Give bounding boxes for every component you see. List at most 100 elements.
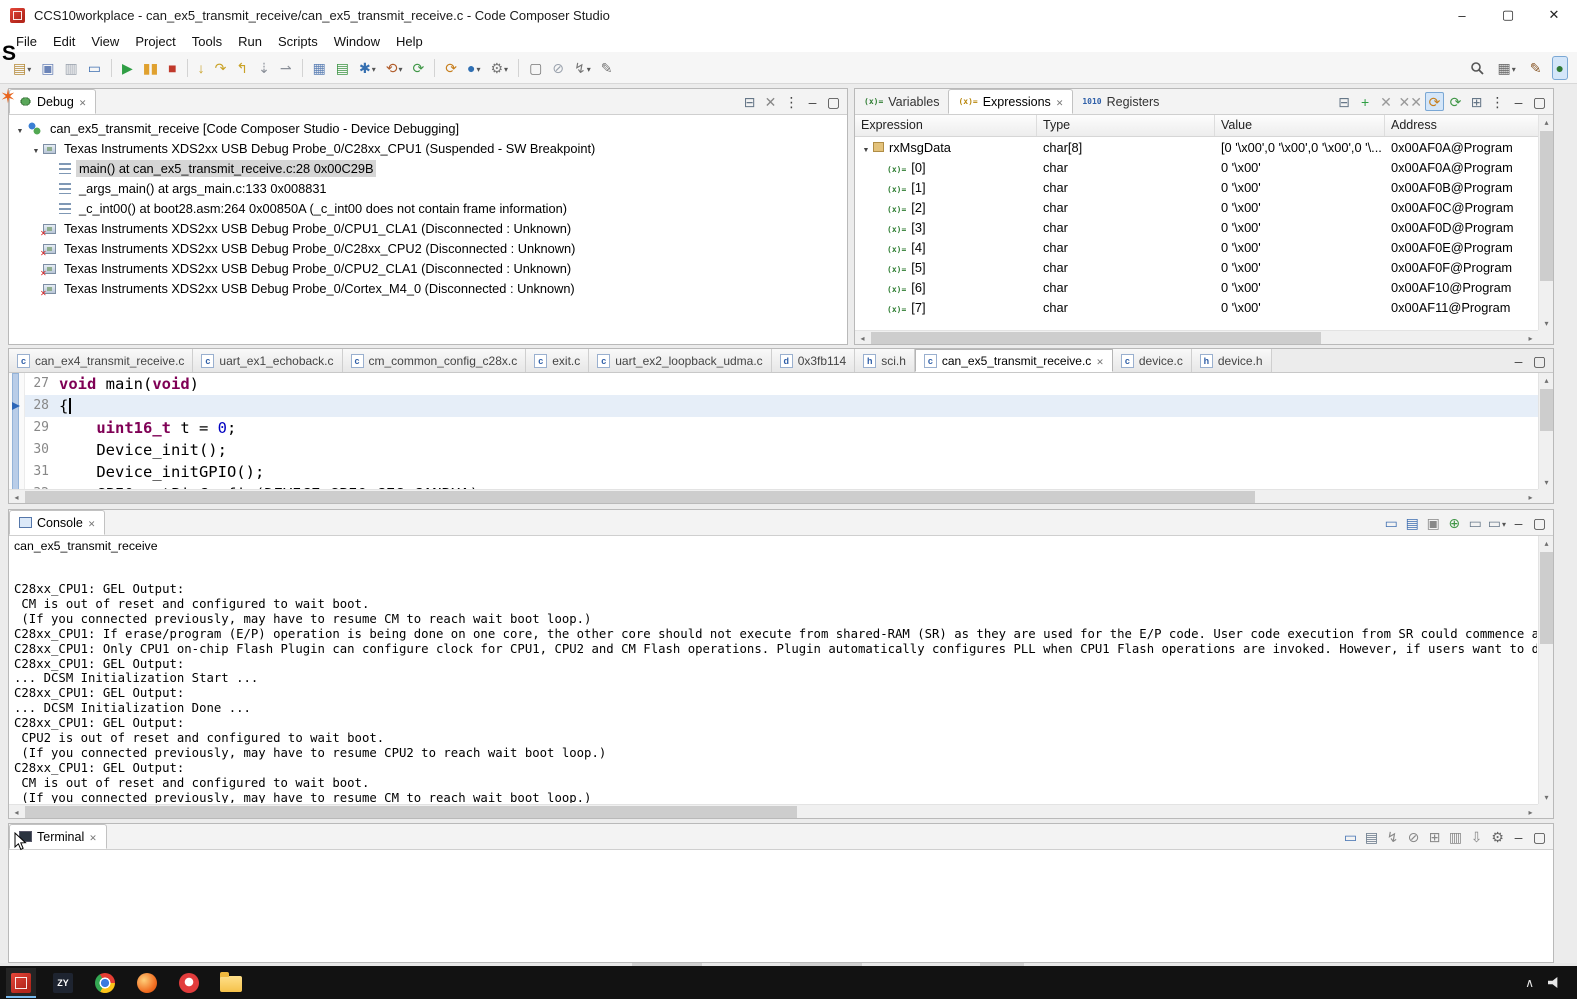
editor-tab[interactable]: c exit.c (526, 349, 590, 372)
pin-console-icon[interactable]: ⊕ (1445, 513, 1464, 532)
minimize-view-icon[interactable]: – (803, 92, 822, 111)
maximize-view-icon[interactable]: ▢ (1530, 513, 1549, 532)
close-view-icon[interactable] (88, 516, 96, 530)
tab-expressions[interactable]: (x)= Expressions (948, 89, 1074, 114)
remove-all-terminated-icon[interactable]: ✕ (761, 92, 780, 111)
paste-terminal-icon[interactable]: ▥ (1446, 827, 1465, 846)
advanced-tools-icon[interactable]: ⚙ (486, 56, 512, 80)
editor-tab[interactable]: c can_ex4_transmit_receive.c (9, 349, 194, 372)
debug-tree-item[interactable]: Texas Instruments XDS2xx USB Debug Probe… (9, 138, 847, 158)
refresh-icon[interactable]: ⟳ (1446, 92, 1465, 111)
scroll-arrow-icon[interactable] (855, 331, 870, 344)
debug-tree-item[interactable]: can_ex5_transmit_receive [Code Composer … (9, 118, 847, 138)
auto-refresh-icon[interactable]: ⟳ (1425, 92, 1444, 111)
editor-tab[interactable]: h sci.h (855, 349, 915, 372)
debug-tree-item[interactable]: Texas Instruments XDS2xx USB Debug Probe… (9, 238, 847, 259)
taskbar-chrome-icon[interactable] (90, 968, 120, 998)
editor-hscrollbar[interactable] (9, 489, 1538, 503)
view-menu-icon[interactable]: ⋮ (782, 92, 801, 111)
menu-window[interactable]: Window (326, 32, 388, 51)
show-console-icon[interactable]: ▭ (84, 56, 105, 80)
tray-expand-icon[interactable]: ∧ (1525, 976, 1534, 990)
expression-row[interactable]: [4] char 0 '\x00' 0x00AF0E@Program (855, 237, 1553, 257)
debug-tree-item[interactable]: Texas Instruments XDS2xx USB Debug Probe… (9, 278, 847, 299)
tree-expander-icon[interactable] (29, 141, 43, 156)
scroll-arrow-icon[interactable] (1539, 373, 1553, 387)
editor-tab[interactable]: c uart_ex2_loopback_udma.c (589, 349, 772, 372)
menu-view[interactable]: View (83, 32, 127, 51)
annotation-ruler[interactable] (9, 373, 25, 503)
editor-tab[interactable]: h device.h (1191, 349, 1272, 372)
step-over-icon[interactable]: ↷ (211, 56, 231, 80)
disconnect-terminal-icon[interactable]: ⊘ (1404, 827, 1423, 846)
close-tab-icon[interactable] (1096, 354, 1104, 368)
console-output[interactable]: C28xx_CPU1: GEL Output: CM is out of res… (14, 582, 1537, 803)
scroll-thumb[interactable] (871, 332, 1321, 344)
terminate-icon[interactable]: ■ (164, 56, 180, 80)
menu-help[interactable]: Help (388, 32, 431, 51)
column-header-expression[interactable]: Expression (855, 115, 1037, 136)
registers-icon[interactable]: ▤ (332, 56, 353, 80)
scroll-arrow-icon[interactable] (9, 490, 24, 503)
maximize-view-icon[interactable]: ▢ (1530, 351, 1549, 370)
maximize-view-icon[interactable]: ▢ (1530, 827, 1549, 846)
watch-expression-icon[interactable]: ✱ (355, 56, 380, 80)
debug-tree-item[interactable]: _args_main() at args_main.c:133 0x008831 (9, 178, 847, 198)
remove-all-expressions-icon[interactable]: ✕✕ (1398, 92, 1423, 111)
copy-terminal-icon[interactable]: ⊞ (1425, 827, 1444, 846)
minimize-view-icon[interactable]: – (1509, 92, 1528, 111)
tab-variables[interactable]: (x)= Variables (855, 89, 948, 114)
code-area[interactable]: 27 void main(void) 28{29 uint16_t t = 0; 30… (25, 373, 1538, 489)
breakpoints-icon[interactable]: ● (463, 56, 484, 80)
search-icon[interactable] (1466, 56, 1488, 80)
scroll-thumb[interactable] (1540, 389, 1553, 431)
terminate-all-icon[interactable]: ⊘ (548, 56, 568, 80)
expressions-hscrollbar[interactable] (855, 330, 1538, 344)
resume-icon[interactable]: ▶ (118, 56, 137, 80)
menu-run[interactable]: Run (230, 32, 270, 51)
scroll-arrow-icon[interactable] (1523, 331, 1538, 344)
column-header-type[interactable]: Type (1037, 115, 1215, 136)
open-terminal-icon[interactable]: ▭ (1341, 827, 1360, 846)
expression-row[interactable]: [0] char 0 '\x00' 0x00AF0A@Program (855, 157, 1553, 177)
console-hscrollbar[interactable] (9, 804, 1538, 818)
tab-debug[interactable]: Debug (9, 89, 97, 114)
collapse-all-icon[interactable]: ⊟ (1335, 92, 1354, 111)
connect-terminal-icon[interactable]: ↯ (1383, 827, 1402, 846)
scroll-thumb[interactable] (25, 806, 797, 818)
asm-step-into-icon[interactable]: ⇣ (254, 56, 274, 80)
editor-tab[interactable]: d 0x3fb114 (771, 349, 856, 372)
open-perspective-icon[interactable]: ▦ (1494, 56, 1520, 80)
step-return-icon[interactable]: ↰ (232, 56, 252, 80)
code-line[interactable]: 31 Device_initGPIO(); (25, 461, 1538, 483)
expression-row[interactable]: [1] char 0 '\x00' 0x00AF0B@Program (855, 177, 1553, 197)
scroll-arrow-icon[interactable] (1523, 490, 1538, 503)
debug-tree-item[interactable]: _c_int00() at boot28.asm:264 0x00850A (_… (9, 198, 847, 218)
taskbar-ccs-icon[interactable] (6, 967, 36, 998)
expressions-vscrollbar[interactable] (1538, 115, 1553, 330)
scroll-arrow-icon[interactable] (9, 805, 24, 818)
maximize-view-icon[interactable]: ▢ (1530, 92, 1549, 111)
maximize-view-icon[interactable]: ▢ (824, 92, 843, 111)
column-header-value[interactable]: Value (1215, 115, 1385, 136)
tray-volume-icon[interactable] (1548, 976, 1561, 989)
ccs-edit-perspective-icon[interactable]: ✎ (1526, 56, 1546, 80)
expression-row[interactable]: [2] char 0 '\x00' 0x00AF0C@Program (855, 197, 1553, 217)
minimize-view-icon[interactable]: – (1509, 513, 1528, 532)
taskbar-browser-icon[interactable] (132, 968, 162, 998)
close-view-icon[interactable] (1056, 95, 1064, 109)
step-into-icon[interactable]: ↓ (194, 56, 209, 80)
settings-icon[interactable]: ⚙ (1488, 827, 1507, 846)
editor-tab[interactable]: c uart_ex1_echoback.c (193, 349, 343, 372)
save-icon[interactable]: ▣ (37, 56, 58, 80)
column-header-address[interactable]: Address (1385, 115, 1553, 136)
minimize-view-icon[interactable]: – (1509, 351, 1528, 370)
editor-tab[interactable]: c can_ex5_transmit_receive.c (914, 349, 1113, 372)
taskbar-media-icon[interactable] (174, 968, 204, 998)
save-all-icon[interactable]: ▥ (60, 56, 81, 80)
code-line[interactable]: 29 uint16_t t = 0; (25, 417, 1538, 439)
scroll-arrow-icon[interactable] (1523, 805, 1538, 818)
copy-expressions-icon[interactable]: ⊞ (1467, 92, 1486, 111)
command-input-icon[interactable]: ▤ (1362, 827, 1381, 846)
minimize-view-icon[interactable]: – (1509, 827, 1528, 846)
